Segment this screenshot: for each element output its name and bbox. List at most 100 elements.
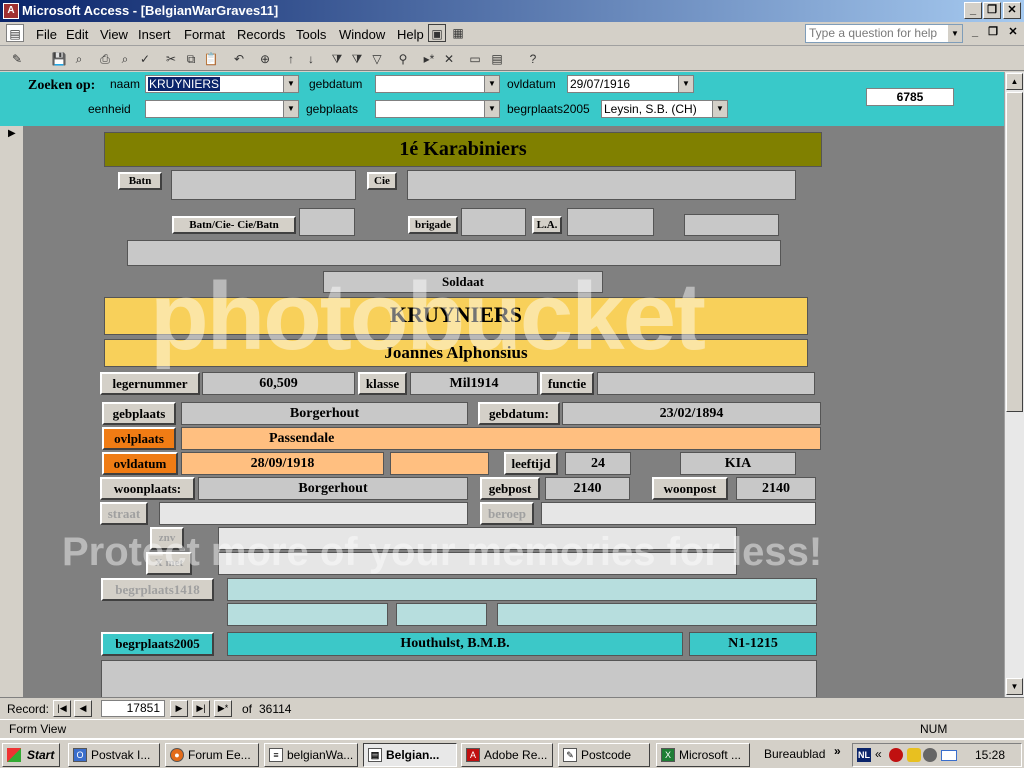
la-field[interactable] xyxy=(567,208,654,236)
grave-field[interactable]: N1-1215 xyxy=(689,632,817,656)
mail-icon[interactable] xyxy=(941,750,957,761)
gebpost-field[interactable]: 2140 xyxy=(545,477,630,500)
brigade-field[interactable] xyxy=(461,208,526,236)
first-record-button[interactable]: |◀ xyxy=(53,700,71,717)
save-icon[interactable]: 💾 xyxy=(50,50,68,68)
chevron-down-icon[interactable]: ▼ xyxy=(678,76,693,92)
database-window-icon[interactable]: ▭ xyxy=(466,50,484,68)
paste-icon[interactable]: 📋 xyxy=(202,50,220,68)
menu-file[interactable]: File xyxy=(36,27,57,42)
woonpost-field[interactable]: 2140 xyxy=(736,477,816,500)
scroll-up-icon[interactable]: ▲ xyxy=(1006,73,1023,90)
task-belgian-access[interactable]: ▤ Belgian... xyxy=(363,743,457,767)
print-icon[interactable]: ⎙ xyxy=(96,50,114,68)
rank-field[interactable]: Soldaat xyxy=(323,271,603,293)
filter-selection-icon[interactable]: ⧩ xyxy=(328,50,346,68)
vertical-scrollbar[interactable]: ▲ ▼ xyxy=(1004,72,1024,697)
help-icon[interactable]: ? xyxy=(524,50,542,68)
chevron-right-icon[interactable]: » xyxy=(834,744,841,758)
task-postvak[interactable]: O Postvak I... xyxy=(68,743,160,767)
bureaublad-toolbar[interactable]: Bureaublad xyxy=(764,747,825,761)
chevron-down-icon[interactable]: ▼ xyxy=(712,101,727,117)
close-button[interactable]: ✕ xyxy=(1003,2,1021,19)
apply-filter-icon[interactable]: ▽ xyxy=(368,50,386,68)
legernummer-field[interactable]: 60,509 xyxy=(202,372,355,395)
child-restore-button[interactable]: ❐ xyxy=(984,25,1002,42)
copy-icon[interactable]: ⧉ xyxy=(182,50,200,68)
shield-icon[interactable] xyxy=(889,748,903,762)
scroll-down-icon[interactable]: ▼ xyxy=(1006,678,1023,695)
new-record-button[interactable]: ▶* xyxy=(214,700,232,717)
filter-form-icon[interactable]: ⧩ xyxy=(348,50,366,68)
menu-help[interactable]: Help xyxy=(397,27,424,42)
functie-field[interactable] xyxy=(597,372,815,395)
datasheet-icon[interactable]: ▦ xyxy=(449,24,467,42)
child-minimize-button[interactable]: _ xyxy=(966,25,984,42)
task-adobe[interactable]: A Adobe Re... xyxy=(461,743,553,767)
folder-icon[interactable] xyxy=(907,748,921,762)
chevron-down-icon[interactable]: ▼ xyxy=(948,25,962,42)
batncie-field[interactable] xyxy=(299,208,355,236)
ovldatum-extra-field[interactable] xyxy=(390,452,489,475)
access-app-icon[interactable]: A xyxy=(3,3,19,19)
clock[interactable]: 15:28 xyxy=(975,748,1005,762)
find-icon[interactable]: ⚲ xyxy=(394,50,412,68)
znv-field[interactable] xyxy=(218,527,737,550)
leeftijd-field[interactable]: 24 xyxy=(565,452,631,475)
delete-record-icon[interactable]: ✕ xyxy=(440,50,458,68)
xmet-field[interactable] xyxy=(218,552,737,575)
remarks-field[interactable] xyxy=(101,660,817,700)
menu-window[interactable]: Window xyxy=(339,27,385,42)
chevron-down-icon[interactable]: ▼ xyxy=(484,101,499,117)
task-forum[interactable]: ● Forum Ee... xyxy=(165,743,259,767)
new-record-icon[interactable]: ▸* xyxy=(420,50,438,68)
firstnames-field[interactable]: Joannes Alphonsius xyxy=(104,339,808,367)
restore-button[interactable]: ❐ xyxy=(983,2,1001,19)
status-field[interactable]: KIA xyxy=(680,452,796,475)
menu-tools[interactable]: Tools xyxy=(296,27,326,42)
begrplaats1418-sub1[interactable] xyxy=(227,603,388,626)
start-button[interactable]: Start xyxy=(2,743,60,767)
search-file-icon[interactable]: ⌕ xyxy=(70,50,88,68)
cut-icon[interactable]: ✂ xyxy=(162,50,180,68)
gebplaats-field[interactable]: Borgerhout xyxy=(181,402,468,425)
ovldatum-field[interactable]: 28/09/1918 xyxy=(181,452,384,475)
print-preview-icon[interactable]: ⌕ xyxy=(116,50,134,68)
help-search-input[interactable]: Type a question for help ▼ xyxy=(805,24,963,43)
minimize-button[interactable]: _ xyxy=(964,2,982,19)
ovldatum-combo[interactable]: 29/07/1916 ▼ xyxy=(567,75,694,93)
cie-field[interactable] xyxy=(407,170,796,200)
task-postcode[interactable]: ✎ Postcode xyxy=(558,743,650,767)
menu-edit[interactable]: Edit xyxy=(66,27,88,42)
scroll-thumb[interactable] xyxy=(1006,92,1023,412)
menu-records[interactable]: Records xyxy=(237,27,285,42)
record-selector[interactable]: ▶ xyxy=(0,126,24,697)
hyperlink-icon[interactable]: ⊕ xyxy=(256,50,274,68)
gebdatum-combo[interactable]: ▼ xyxy=(375,75,500,93)
notes-field[interactable] xyxy=(127,240,781,266)
network-icon[interactable] xyxy=(923,748,937,762)
next-record-button[interactable]: ▶ xyxy=(170,700,188,717)
design-view-icon[interactable]: ✎ xyxy=(8,50,26,68)
chevron-down-icon[interactable]: ▼ xyxy=(283,101,298,117)
child-close-button[interactable]: ✕ xyxy=(1004,25,1022,42)
naam-combo[interactable]: KRUYNIERS ▼ xyxy=(145,75,299,93)
begrplaats2005-combo[interactable]: Leysin, S.B. (CH) ▼ xyxy=(601,100,728,118)
menu-view[interactable]: View xyxy=(100,27,128,42)
extra-field[interactable] xyxy=(684,214,779,236)
begrplaats2005-field[interactable]: Houthulst, B.M.B. xyxy=(227,632,683,656)
woonplaats-field[interactable]: Borgerhout xyxy=(198,477,468,500)
begrplaats1418-sub2[interactable] xyxy=(396,603,487,626)
menu-insert[interactable]: Insert xyxy=(138,27,171,42)
surname-field[interactable]: KRUYNIERS xyxy=(104,297,808,335)
form-view-icon[interactable]: ▣ xyxy=(428,24,446,42)
current-record-input[interactable]: 17851 xyxy=(101,700,165,717)
spelling-icon[interactable]: ✓ xyxy=(136,50,154,68)
beroep-field[interactable] xyxy=(541,502,816,525)
form-icon[interactable]: ▤ xyxy=(6,24,24,42)
begrplaats1418-sub3[interactable] xyxy=(497,603,817,626)
language-icon[interactable]: NL xyxy=(857,748,871,762)
batn-field[interactable] xyxy=(171,170,356,200)
chevron-down-icon[interactable]: ▼ xyxy=(283,76,298,92)
task-belgianwa[interactable]: ≡ belgianWa... xyxy=(264,743,358,767)
